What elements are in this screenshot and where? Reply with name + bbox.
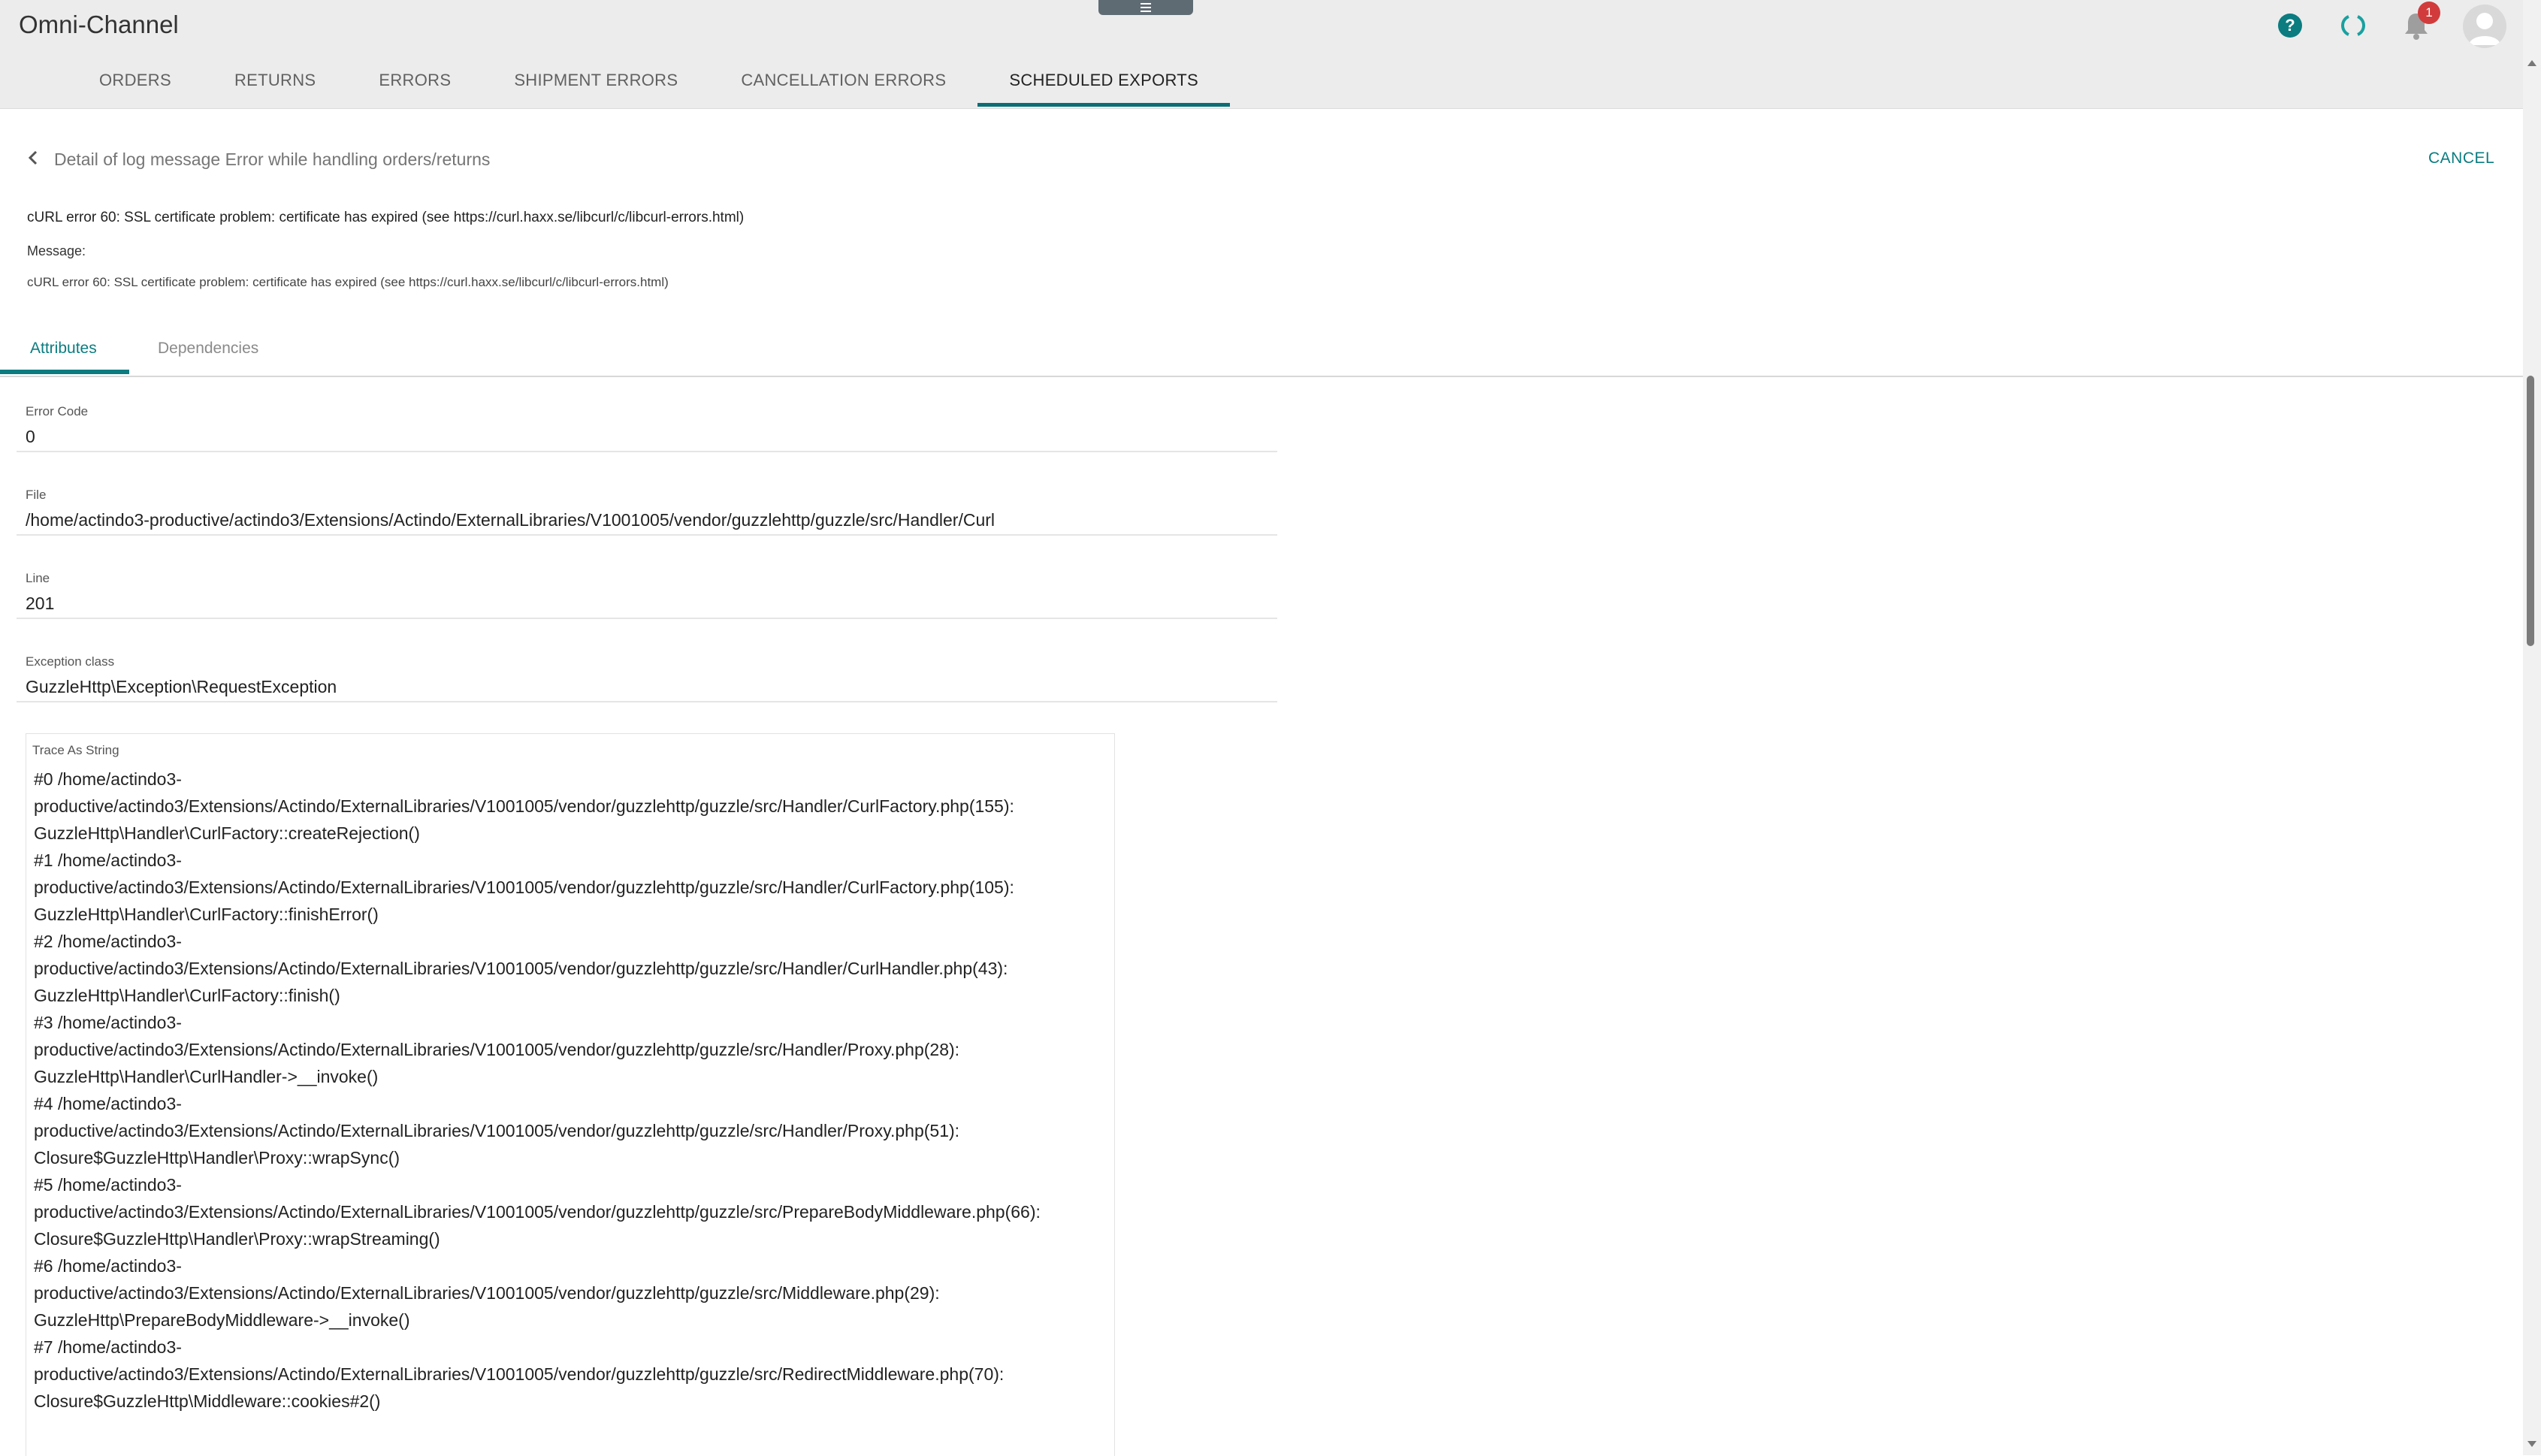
error-code-label: Error Code [26,404,89,418]
tab-returns[interactable]: RETURNS [203,54,347,107]
page-title: Detail of log message Error while handli… [54,150,491,169]
help-icon[interactable]: ? [2274,9,2307,42]
message-text: cURL error 60: SSL certificate problem: … [27,275,669,289]
main-tabs: ORDERS RETURNS ERRORS SHIPMENT ERRORS CA… [68,54,1230,108]
message-label: Message: [27,243,86,258]
line-label: Line [26,571,50,585]
tab-dependencies[interactable]: Dependencies [158,340,258,358]
error-title: cURL error 60: SSL certificate problem: … [27,210,745,225]
trace-value: #0 /home/actindo3- productive/actindo3/E… [34,769,1041,1411]
file-value: /home/actindo3-productive/actindo3/Exten… [26,510,995,530]
page-scrollbar[interactable] [2523,0,2541,1455]
file-label: File [26,488,47,502]
tab-cancellation-errors[interactable]: CANCELLATION ERRORS [709,54,977,107]
collapse-handle[interactable] [1098,0,1193,15]
tab-orders[interactable]: ORDERS [68,54,203,107]
scroll-thumb[interactable] [2527,376,2534,646]
scroll-up-arrow[interactable] [2527,60,2536,66]
tab-errors[interactable]: ERRORS [347,54,482,107]
cancel-button[interactable]: CANCEL [2428,150,2494,168]
sync-icon[interactable] [2337,9,2370,42]
exception-class-field[interactable]: Exception class GuzzleHttp\Exception\Req… [17,648,1277,702]
exception-class-value: GuzzleHttp\Exception\RequestException [26,677,337,696]
scroll-down-arrow[interactable] [2527,1441,2536,1447]
error-code-value: 0 [26,427,35,446]
avatar-icon [2469,13,2500,45]
trace-textarea[interactable]: Trace As String #0 /home/actindo3- produ… [26,733,1115,1456]
line-value: 201 [26,594,55,613]
svg-text:?: ? [2285,16,2295,35]
avatar[interactable] [2463,5,2506,48]
detail-header: Detail of log message Error while handli… [0,108,2523,198]
exception-class-label: Exception class [26,654,115,669]
file-field[interactable]: File /home/actindo3-productive/actindo3/… [17,482,1277,536]
menu-icon [1141,3,1151,12]
tab-shipment-errors[interactable]: SHIPMENT ERRORS [482,54,709,107]
error-code-field[interactable]: Error Code 0 [17,398,1277,452]
tab-scheduled-exports[interactable]: SCHEDULED EXPORTS [977,54,1230,107]
app-header: Omni-Channel ORDERS RETURNS ERRORS SHIPM… [0,0,2523,109]
app-title: Omni-Channel [19,11,179,38]
line-field[interactable]: Line 201 [17,565,1277,619]
tab-attributes[interactable]: Attributes [30,340,97,358]
notification-badge: 1 [2418,2,2440,24]
trace-label: Trace As String [32,743,119,757]
active-tab-indicator [0,370,129,374]
back-icon[interactable] [26,149,41,167]
detail-tabs: Attributes Dependencies [0,329,2523,377]
